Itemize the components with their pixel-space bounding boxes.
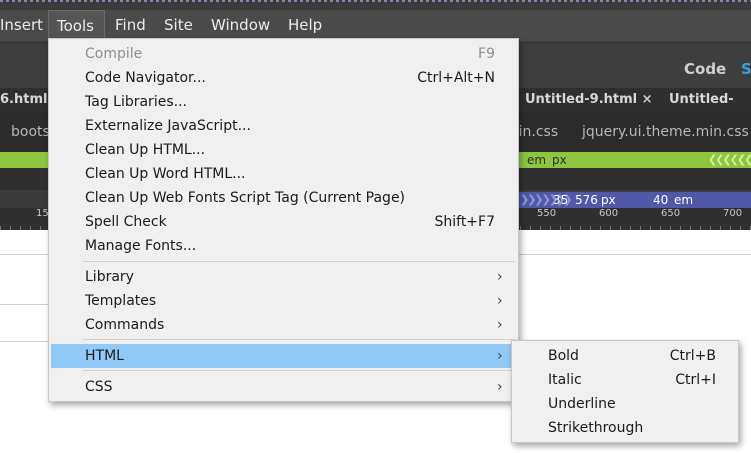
menu-item-label: Clean Up Word HTML... [85,166,246,182]
html-submenu: Bold Ctrl+B Italic Ctrl+I Underline Stri… [511,340,739,443]
menu-item-label: Underline [548,396,616,412]
canvas-divider [0,341,50,342]
menu-item-label: Strikethrough [548,420,644,436]
menu-item-label: Spell Check [85,214,167,230]
shortcut-label: Ctrl+I [675,372,716,388]
menu-item-clean-up-web-fonts[interactable]: Clean Up Web Fonts Script Tag (Current P… [49,186,518,210]
ruler-tick: 600 [599,208,619,219]
mq-value-576: 576 [575,193,598,207]
menu-window[interactable]: Window [211,10,270,41]
chevron-right-icon: › [497,317,503,333]
doc-tab-1[interactable]: 6.html [0,88,47,112]
doc-tab-untitled-10[interactable]: Untitled-10.h [669,88,751,131]
menu-item-underline[interactable]: Underline [512,392,738,416]
menu-item-templates[interactable]: Templates › [49,289,518,313]
menu-help[interactable]: Help [288,10,322,41]
menu-item-label: Tag Libraries... [85,94,187,110]
ruler-tick: 550 [537,208,557,219]
menu-item-library[interactable]: Library › [49,265,518,289]
menu-item-label: Clean Up Web Fonts Script Tag (Current P… [85,190,406,206]
menu-item-label: Externalize JavaScript... [85,118,251,134]
menu-item-label: Bold [548,348,579,364]
menu-item-label: HTML [85,348,124,364]
shortcut-label: Shift+F7 [434,214,495,230]
menu-item-label: Clean Up HTML... [85,142,206,158]
menu-item-label: Manage Fonts... [85,238,197,254]
menu-item-label: Compile [85,46,143,62]
ruler-tick: 650 [661,208,681,219]
mq-unit-em-label: em [674,193,694,207]
window-top-border [0,0,751,2]
canvas-divider [0,304,50,305]
related-file-bootstrap[interactable]: boots [11,124,50,140]
shortcut-label: Ctrl+B [669,348,716,364]
menu-separator [83,339,515,340]
mq-value-40: 40 [653,193,669,207]
menu-separator [83,261,515,262]
menu-item-css[interactable]: CSS › [49,375,518,399]
menu-item-html[interactable]: HTML › [51,344,516,368]
related-file-jquery-ui-theme[interactable]: jquery.ui.theme.min.css [582,124,749,140]
chevron-right-icon: › [497,348,503,364]
tools-menu: Compile F9 Code Navigator... Ctrl+Alt+N … [48,38,519,402]
mq-unit-em: em [527,153,547,167]
close-icon[interactable]: × [642,92,653,107]
menu-item-manage-fonts[interactable]: Manage Fonts... [49,234,518,258]
code-view-button[interactable]: Code [684,60,726,78]
menu-tools[interactable]: Tools [48,10,105,41]
menu-item-code-navigator[interactable]: Code Navigator... Ctrl+Alt+N [49,66,518,90]
menu-item-bold[interactable]: Bold Ctrl+B [512,344,738,368]
menu-insert[interactable]: Insert [0,10,43,41]
split-view-button[interactable]: S [741,60,751,78]
menu-item-label: Commands [85,317,165,333]
menu-item-label: Code Navigator... [85,70,206,86]
menu-item-compile[interactable]: Compile F9 [49,42,518,66]
doc-tab-untitled-9[interactable]: Untitled-9.html × [525,88,653,112]
menu-item-clean-up-html[interactable]: Clean Up HTML... [49,138,518,162]
chevron-left-icon: ❮❮❮❮❮❮❮❮ [708,153,751,166]
chevron-right-icon: › [497,269,503,285]
menu-item-label: Templates [85,293,157,309]
menu-item-clean-up-word-html[interactable]: Clean Up Word HTML... [49,162,518,186]
mq-unit-px: px [552,153,567,167]
ruler-tick: 15 [36,208,49,219]
menu-site[interactable]: Site [164,10,193,41]
mq-unit-px-label: px [601,193,616,207]
mq-value-35: 35 [553,193,569,207]
menu-item-strikethrough[interactable]: Strikethrough [512,416,738,440]
menu-item-externalize-javascript[interactable]: Externalize JavaScript... [49,114,518,138]
menu-item-commands[interactable]: Commands › [49,313,518,337]
chevron-right-icon: › [497,293,503,309]
chevron-right-icon: › [497,379,503,395]
doc-tab-label: Untitled-9.html [525,92,638,107]
shortcut-label: Ctrl+Alt+N [417,70,495,86]
menu-item-label: Library [85,269,134,285]
menu-item-label: Italic [548,372,582,388]
menu-item-tag-libraries[interactable]: Tag Libraries... [49,90,518,114]
menu-separator [83,370,515,371]
ruler-tick: 700 [723,208,743,219]
menu-find[interactable]: Find [115,10,146,41]
menu-bar: Insert Tools Find Site Window Help [0,10,751,41]
menu-item-spell-check[interactable]: Spell Check Shift+F7 [49,210,518,234]
menu-item-italic[interactable]: Italic Ctrl+I [512,368,738,392]
shortcut-label: F9 [478,46,495,62]
menu-item-label: CSS [85,379,113,395]
